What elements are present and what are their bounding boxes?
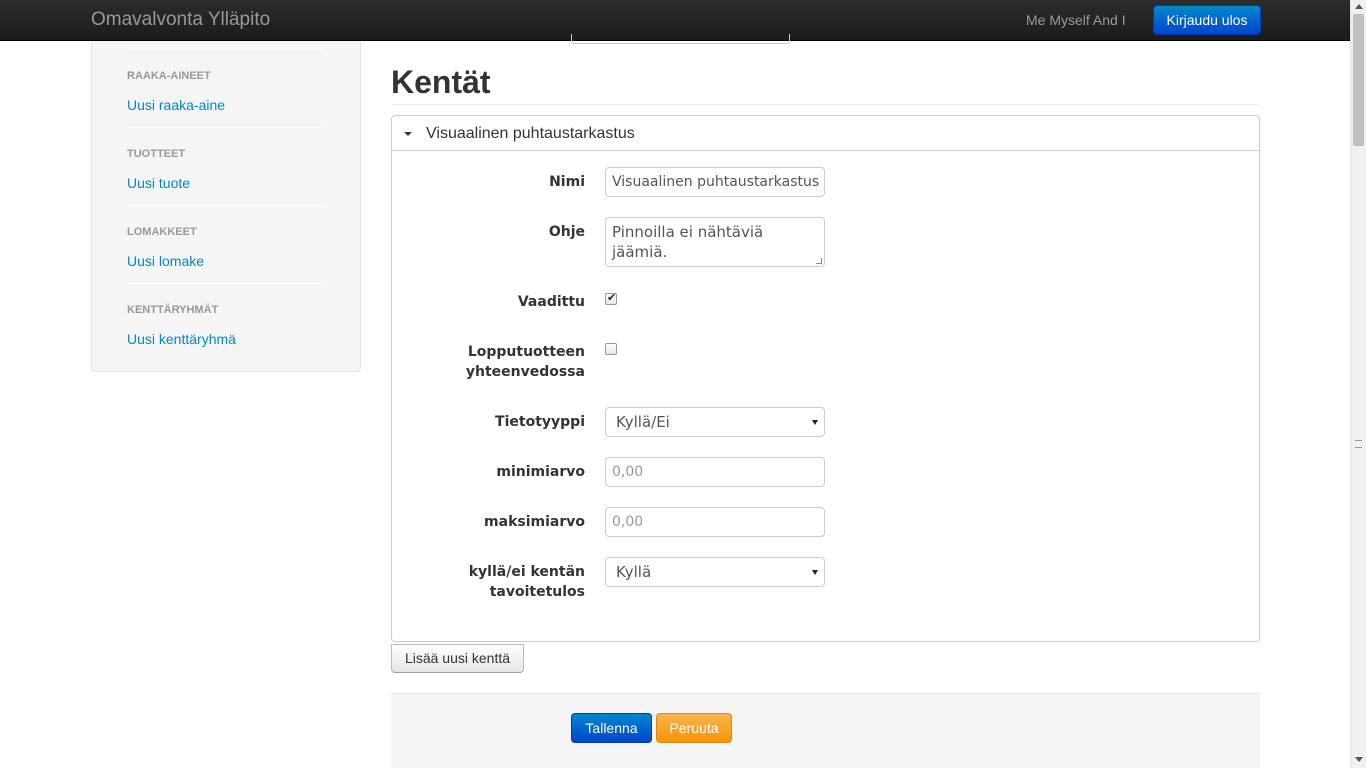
tietotyyppi-select[interactable]: Kyllä/Ei <box>605 407 825 437</box>
sidebar-divider <box>127 49 325 50</box>
vaadittu-label: Vaadittu <box>517 294 585 310</box>
vaadittu-checkbox[interactable]: ✔ <box>605 292 617 305</box>
maksimiarvo-input[interactable]: 0,00 <box>605 507 825 537</box>
scroll-grip-icon <box>1355 440 1362 448</box>
ohje-label: Ohje <box>548 224 585 240</box>
tavoite-label: kyllä/ei kentän tavoitetulos <box>385 562 585 602</box>
sidebar-link-new-product[interactable]: Uusi tuote <box>127 175 190 191</box>
nimi-label: Nimi <box>549 174 585 190</box>
sidebar-divider <box>127 127 325 128</box>
page-scrollbar[interactable] <box>1350 0 1366 768</box>
sidebar-link-new-field-group[interactable]: Uusi kenttäryhmä <box>127 331 236 347</box>
tavoite-value: Kyllä <box>616 563 652 581</box>
form-actions <box>391 693 1260 768</box>
scroll-down-icon[interactable] <box>1355 757 1363 762</box>
title-divider <box>391 104 1260 105</box>
minimiarvo-label: minimiarvo <box>496 464 585 480</box>
sidebar-header-lomakkeet: LOMAKKEET <box>127 226 197 238</box>
lopputuote-label-line2: yhteenvedossa <box>465 364 585 380</box>
save-button[interactable]: Tallenna <box>571 713 652 743</box>
scroll-thumb[interactable] <box>1353 14 1364 146</box>
lopputuote-label: Lopputuotteen yhteenvedossa <box>385 342 585 382</box>
tavoite-label-line1: kyllä/ei kentän <box>468 564 585 580</box>
sidebar-header-tuotteet: TUOTTEET <box>127 148 186 160</box>
lopputuote-label-line1: Lopputuotteen <box>467 344 585 360</box>
ohje-textarea[interactable]: Pinnoilla ei nähtäviä jäämiä. <box>605 217 825 267</box>
current-user-name[interactable]: Me Myself And I <box>1026 12 1126 28</box>
tavoite-label-line2: tavoitetulos <box>489 584 585 600</box>
dropdown-arrow-icon <box>812 420 818 425</box>
nimi-input[interactable]: Visuaalinen puhtaustarkastus <box>605 167 825 197</box>
maksimiarvo-label: maksimiarvo <box>484 514 585 530</box>
sidebar-header-kenttaryhmat: KENTTÄRYHMÄT <box>127 304 219 316</box>
sidebar-divider <box>127 205 325 206</box>
add-field-button[interactable]: Lisää uusi kenttä <box>391 644 524 673</box>
brand-title[interactable]: Omavalvonta Ylläpito <box>91 9 270 31</box>
lopputuote-checkbox[interactable] <box>605 343 617 355</box>
minimiarvo-input[interactable]: 0,00 <box>605 457 825 487</box>
logout-button[interactable]: Kirjaudu ulos <box>1153 5 1261 35</box>
sidebar-link-new-form[interactable]: Uusi lomake <box>127 253 204 269</box>
dropdown-arrow-icon <box>812 570 818 575</box>
cancel-button[interactable]: Peruuta <box>656 713 732 743</box>
panel-header[interactable]: Visuaalinen puhtaustarkastus <box>392 116 1259 151</box>
panel-title[interactable]: Visuaalinen puhtaustarkastus <box>426 125 635 143</box>
sidebar-divider <box>127 283 325 284</box>
sidebar-header-raaka-aineet: RAAKA-AINEET <box>127 70 211 82</box>
ohje-text: Pinnoilla ei nähtäviä jäämiä. <box>612 223 764 261</box>
resize-handle-icon[interactable] <box>816 258 822 264</box>
caret-down-icon[interactable] <box>404 132 412 136</box>
sidebar: RAAKA-AINEET Uusi raaka-aine TUOTTEET Uu… <box>91 41 361 372</box>
scroll-up-icon[interactable] <box>1355 4 1363 9</box>
page-title: Kentät <box>391 64 491 100</box>
checkmark-icon: ✔ <box>607 292 617 304</box>
tietotyyppi-label: Tietotyyppi <box>495 414 585 430</box>
sidebar-link-new-ingredient[interactable]: Uusi raaka-aine <box>127 97 225 113</box>
tavoite-select[interactable]: Kyllä <box>605 557 825 587</box>
partial-input-above[interactable] <box>571 34 790 44</box>
tietotyyppi-value: Kyllä/Ei <box>616 413 670 431</box>
